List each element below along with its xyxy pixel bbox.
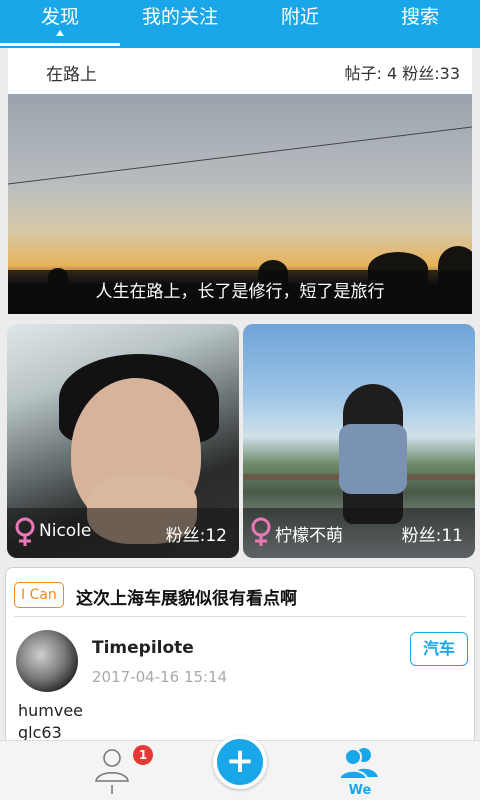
featured-caption: 人生在路上，长了是修行，短了是旅行 [8, 270, 472, 314]
tab-nearby[interactable]: 附近 [240, 0, 360, 48]
nav-we-button[interactable]: We [336, 743, 384, 799]
plus-icon: + [225, 741, 255, 781]
active-tab-caret-icon [56, 30, 64, 36]
female-icon [15, 517, 35, 546]
featured-circle-header[interactable]: 在路上 帖子: 4 粉丝:33 [8, 48, 472, 94]
profile-name: Nicole [39, 521, 92, 541]
profile-card-lemon[interactable]: 柠檬不萌 粉丝:11 [243, 324, 475, 558]
profile-card-nicole[interactable]: Nicole 粉丝:12 [7, 324, 239, 558]
post-timestamp: 2017-04-16 15:14 [92, 668, 228, 686]
power-line [8, 123, 472, 186]
tab-discover-label: 发现 [40, 6, 79, 28]
featured-banner-image[interactable]: 人生在路上，长了是修行，短了是旅行 [8, 94, 472, 314]
featured-stats: 帖子: 4 粉丝:33 [344, 64, 461, 83]
post-body: humvee glc63 [18, 700, 83, 744]
featured-title: 在路上 [46, 65, 97, 85]
nav-me-label: I [110, 783, 114, 797]
profile-fans: 粉丝:12 [165, 526, 227, 546]
active-tab-underline [0, 43, 120, 46]
profile-card-info-bar: 柠檬不萌 粉丝:11 [243, 508, 475, 558]
post-body-line: humvee [18, 701, 84, 720]
post-author[interactable]: Timepilote [92, 638, 194, 658]
female-icon [251, 517, 271, 546]
user-icon [95, 749, 129, 782]
tab-following[interactable]: 我的关注 [120, 0, 240, 48]
post-title[interactable]: 这次上海车展貌似很有看点啊 [76, 584, 297, 609]
category-button[interactable]: 汽车 [410, 632, 468, 666]
avatar[interactable] [16, 630, 78, 692]
top-tab-bar: 发现 我的关注 附近 搜索 [0, 0, 480, 48]
nav-me-button[interactable]: I [92, 745, 132, 797]
tab-discover[interactable]: 发现 [0, 0, 120, 48]
tab-nearby-label: 附近 [280, 6, 319, 28]
post-divider [14, 616, 466, 617]
users-icon [337, 748, 378, 780]
tab-search[interactable]: 搜索 [360, 0, 480, 48]
tab-following-label: 我的关注 [141, 6, 218, 28]
notification-badge: 1 [133, 745, 153, 765]
profile-photo-shirt [339, 424, 407, 494]
tab-search-label: 搜索 [400, 6, 439, 28]
profile-card-info-bar: Nicole 粉丝:12 [7, 508, 239, 558]
nav-we-label: We [348, 783, 372, 798]
post-circle-tag[interactable]: I Can [14, 582, 64, 608]
profile-name: 柠檬不萌 [275, 526, 343, 546]
add-post-button[interactable]: + [213, 735, 267, 789]
profile-fans: 粉丝:11 [401, 526, 463, 546]
